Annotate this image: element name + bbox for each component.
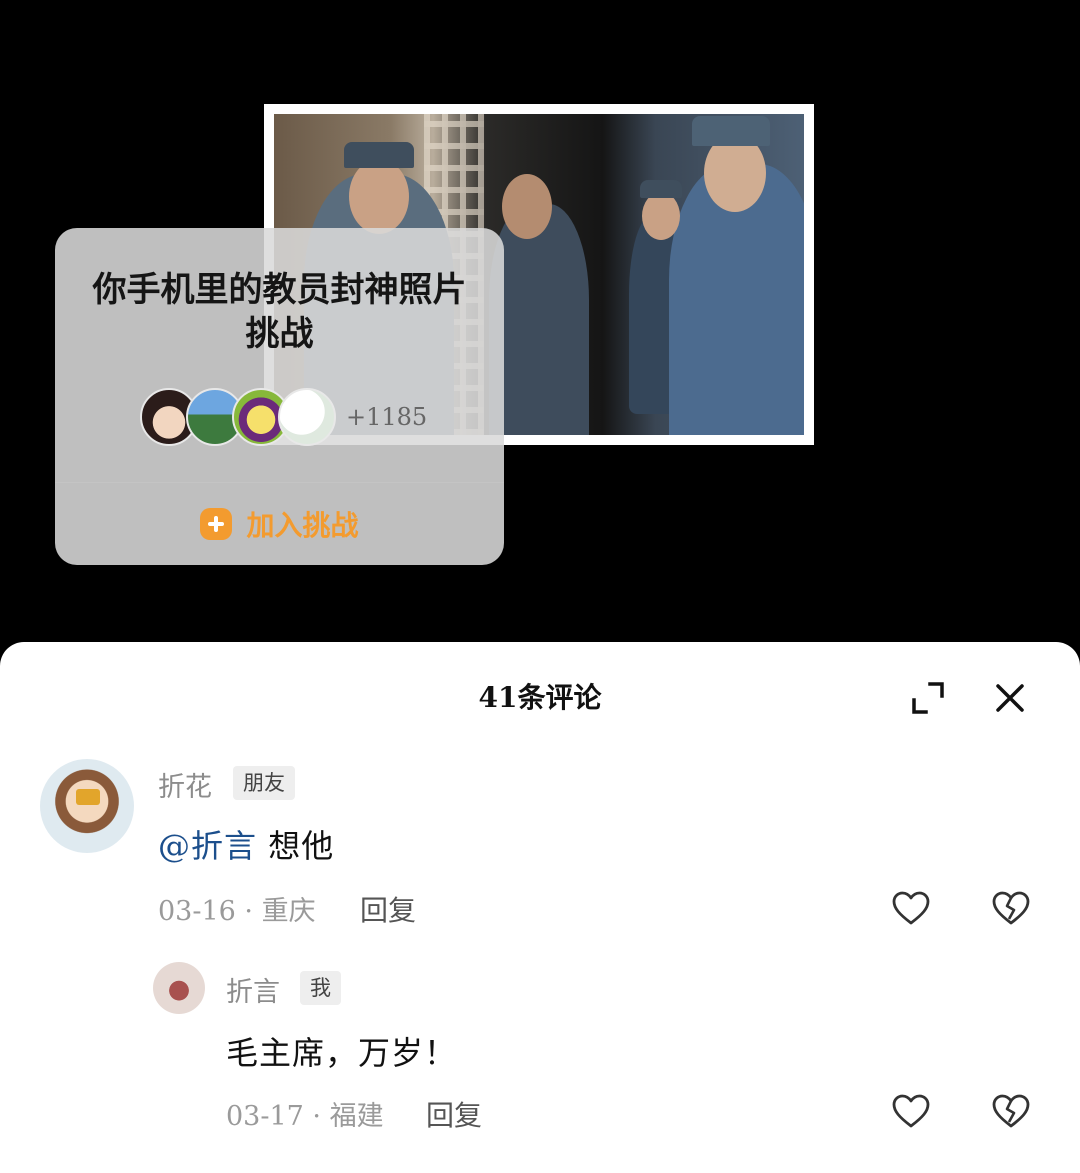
comment-meta: 03-17 · 福建 — [226, 1101, 384, 1132]
comment-text: 毛主席，万岁！ — [226, 1034, 458, 1072]
expand-icon[interactable] — [908, 678, 948, 718]
friend-tag: 朋友 — [233, 766, 295, 800]
comment-item: 折言 我 毛主席，万岁！ 03-17 · 福建 回复 — [0, 962, 1080, 1162]
comment-username[interactable]: 折花 — [158, 765, 212, 804]
mention-link[interactable]: @折言 — [158, 827, 257, 865]
challenge-title: 你手机里的教员封神照片挑战 — [92, 270, 467, 354]
comment-text: @折言 想他 — [158, 821, 334, 867]
join-challenge-label: 加入挑战 — [246, 509, 359, 542]
comment-item: 折花 朋友 @折言 想他 03-16 · 重庆 回复 — [0, 759, 1080, 959]
heart-icon[interactable] — [891, 1092, 931, 1132]
comment-body: 想他 — [257, 827, 335, 865]
participant-avatars: +1185 — [140, 386, 427, 448]
challenge-card[interactable]: 你手机里的教员封神照片挑战 +1185 加入挑战 — [55, 228, 504, 565]
self-tag: 我 — [300, 971, 341, 1005]
close-icon[interactable] — [990, 678, 1030, 718]
broken-heart-icon[interactable] — [991, 889, 1031, 929]
heart-icon[interactable] — [891, 889, 931, 929]
avatar[interactable] — [153, 962, 205, 1014]
comment-meta: 03-16 · 重庆 — [158, 896, 316, 927]
plus-icon — [200, 508, 233, 540]
reply-button[interactable]: 回复 — [360, 889, 416, 929]
avatar[interactable] — [40, 759, 134, 853]
join-challenge-button[interactable]: 加入挑战 — [55, 483, 504, 565]
broken-heart-icon[interactable] — [991, 1092, 1031, 1132]
avatar — [278, 388, 336, 446]
reply-button[interactable]: 回复 — [426, 1094, 482, 1134]
comments-sheet: 41条评论 折花 朋友 @折言 想他 03-16 · 重庆 回复 折言 我 毛主… — [0, 642, 1080, 1173]
comment-username[interactable]: 折言 — [226, 970, 280, 1009]
participant-count: +1185 — [346, 403, 428, 431]
